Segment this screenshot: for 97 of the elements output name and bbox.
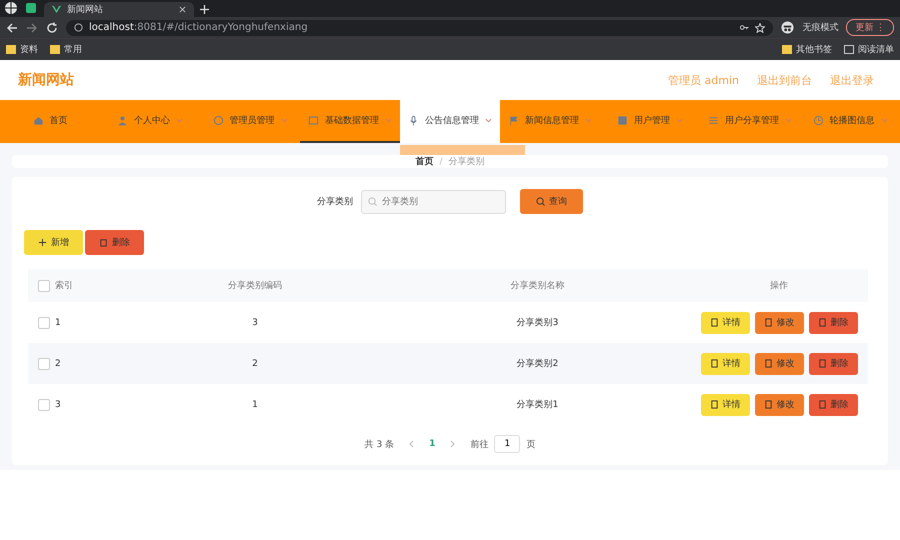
table-cell-text: 分享类别2 xyxy=(516,358,560,370)
forward-icon[interactable] xyxy=(26,22,38,34)
incognito-icon xyxy=(781,21,794,34)
globe-icon[interactable] xyxy=(4,1,18,15)
document-icon xyxy=(710,318,718,327)
bookmark-link[interactable]: 阅读清单 xyxy=(858,43,894,56)
nav-label: 管理员管理 xyxy=(230,114,274,127)
star-icon[interactable] xyxy=(755,22,766,32)
edit-button[interactable]: 修改 xyxy=(754,352,804,374)
nav-item[interactable]: 管理员管理 xyxy=(200,100,300,143)
table-cell-text: 2 xyxy=(251,358,259,368)
home-icon xyxy=(32,115,44,126)
goto-label: 前往 xyxy=(470,438,488,450)
app-icon[interactable] xyxy=(24,1,38,15)
vue-logo-icon xyxy=(52,5,61,14)
table-cell-text: 3 xyxy=(55,400,62,410)
row-checkbox[interactable] xyxy=(38,316,50,328)
total-count: 共 3 条 xyxy=(364,438,394,450)
edit-button[interactable]: 修改 xyxy=(754,312,804,334)
plus-icon xyxy=(38,238,47,247)
microphone-icon xyxy=(408,115,419,126)
reload-icon[interactable] xyxy=(46,22,58,34)
back-icon[interactable] xyxy=(6,22,18,34)
column-header: 分享类别名称 xyxy=(510,280,566,292)
close-icon[interactable] xyxy=(179,6,186,13)
nav-label: 用户管理 xyxy=(634,114,670,127)
address-bar[interactable]: localhost:8081/#/dictionaryYonghufenxiang xyxy=(66,20,774,36)
column-header: 操作 xyxy=(769,280,789,292)
folder-icon xyxy=(6,45,16,54)
breadcrumb-item: 分享类别 xyxy=(448,156,485,168)
bookmark-link[interactable]: 资料 xyxy=(20,43,38,56)
flag-icon xyxy=(508,115,519,126)
search-icon xyxy=(368,196,377,206)
details-button[interactable]: 详情 xyxy=(700,312,750,334)
clock-icon xyxy=(812,115,824,126)
nav-label: 个人中心 xyxy=(134,114,170,127)
page-input[interactable]: 1 xyxy=(494,435,520,453)
url-text: localhost:8081/#/dictionaryYonghufenxiang xyxy=(89,22,308,33)
details-button[interactable]: 详情 xyxy=(700,394,750,416)
update-button[interactable]: 更新 ⋮ xyxy=(846,19,894,36)
delete-button[interactable]: 删除 xyxy=(808,312,858,334)
nav-item[interactable]: 用户管理 xyxy=(600,100,700,143)
key-icon[interactable] xyxy=(739,23,750,32)
nav-label: 轮播图信息 xyxy=(830,114,874,127)
site-title: 新闻网站 xyxy=(18,71,74,89)
incognito-label: 无痕模式 xyxy=(802,22,838,34)
circle-icon xyxy=(212,115,224,126)
nav-item[interactable]: 轮播图信息 xyxy=(800,100,900,143)
square-icon xyxy=(617,115,628,126)
nav-item[interactable]: 个人中心 xyxy=(100,100,200,143)
table-cell-text: 1 xyxy=(251,400,259,410)
nav-label: 公告信息管理 xyxy=(425,114,479,127)
nav-item[interactable]: 新闻信息管理 xyxy=(500,100,600,143)
edit-button[interactable]: 修改 xyxy=(754,394,804,416)
nav-label: 用户分享管理 xyxy=(725,114,779,127)
nav-label: 新闻信息管理 xyxy=(525,114,579,127)
breadcrumb-separator: / xyxy=(439,156,443,166)
select-all-checkbox[interactable] xyxy=(38,280,50,292)
search-icon xyxy=(536,197,545,206)
nav-item[interactable]: 首页 xyxy=(0,100,100,143)
table-cell-text: 3 xyxy=(251,318,259,328)
document-icon xyxy=(710,400,718,409)
table-cell-text: 分享类别1 xyxy=(516,398,560,411)
delete-button[interactable]: 删除 xyxy=(85,230,144,255)
add-button[interactable]: 新增 xyxy=(24,230,83,255)
page-number[interactable]: 1 xyxy=(429,439,436,449)
table-cell-text: 分享类别3 xyxy=(516,316,560,329)
list-icon xyxy=(708,115,719,126)
column-header: 分享类别编码 xyxy=(227,280,283,292)
user-icon xyxy=(117,115,128,126)
new-tab-icon[interactable] xyxy=(200,5,209,14)
document-icon xyxy=(308,115,319,126)
page-suffix: 页 xyxy=(526,438,536,450)
column-header: 索引 xyxy=(55,280,74,292)
tab-title: 新闻网站 xyxy=(67,4,103,16)
folder-icon xyxy=(782,45,792,54)
details-button[interactable]: 详情 xyxy=(700,352,750,374)
document-icon xyxy=(710,359,718,368)
folder-icon xyxy=(50,45,60,54)
nav-label: 首页 xyxy=(50,114,68,127)
search-field[interactable]: 分享类别 xyxy=(361,190,506,214)
row-checkbox[interactable] xyxy=(38,358,50,370)
query-button[interactable]: 查询 xyxy=(520,189,583,214)
breadcrumb-item[interactable]: 首页 xyxy=(415,155,434,168)
info-icon xyxy=(74,23,83,32)
search-label: 分享类别 xyxy=(317,196,353,208)
bookmark-link[interactable]: 其他书签 xyxy=(796,43,832,56)
bookmark-link[interactable]: 常用 xyxy=(64,43,82,56)
list-icon xyxy=(844,45,854,54)
table-cell-text: 1 xyxy=(55,318,62,328)
nav-item[interactable]: 用户分享管理 xyxy=(700,100,800,143)
nav-label: 基础数据管理 xyxy=(325,114,379,127)
delete-button[interactable]: 删除 xyxy=(808,352,858,374)
browser-tab[interactable]: 新闻网站 xyxy=(44,2,194,17)
delete-button[interactable]: 删除 xyxy=(808,394,858,416)
row-checkbox[interactable] xyxy=(38,398,50,410)
table-cell-text: 2 xyxy=(55,358,62,368)
